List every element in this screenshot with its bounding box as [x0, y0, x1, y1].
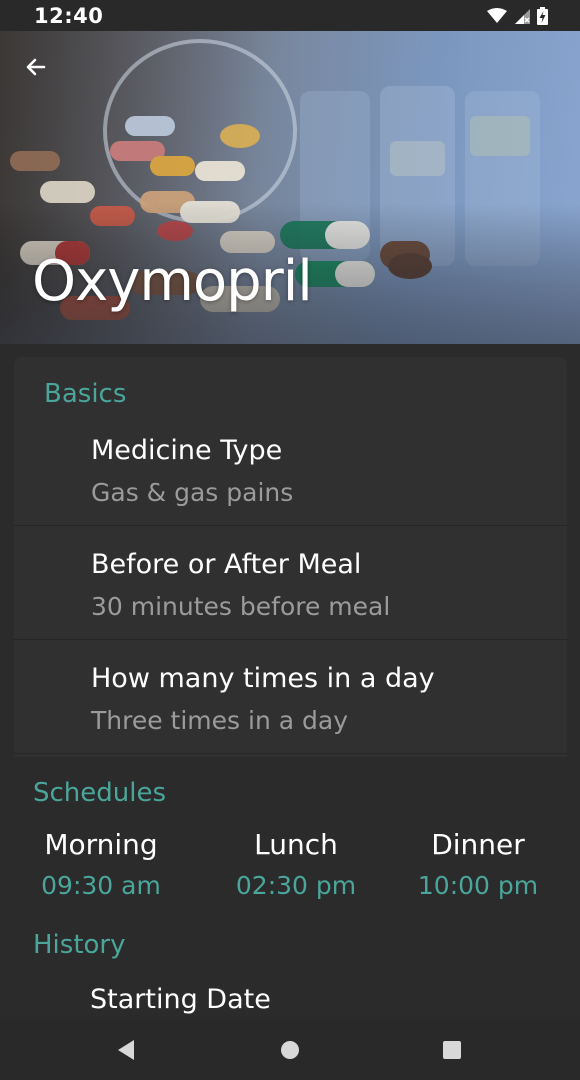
back-button[interactable] [18, 49, 54, 85]
list-item-value: Three times in a day [91, 706, 348, 735]
hero-image: Oxymopril [0, 31, 580, 344]
section-label-basics: Basics [44, 379, 127, 409]
schedule-time: 02:30 pm [235, 871, 357, 900]
list-item-meal-timing[interactable]: Before or After Meal 30 minutes before m… [14, 525, 567, 640]
schedule-time: 09:30 am [41, 871, 161, 900]
list-item-title: Medicine Type [91, 435, 283, 466]
navigation-bar [0, 1019, 580, 1080]
list-item-value: Gas & gas pains [91, 478, 294, 507]
home-circle-icon [281, 1041, 299, 1059]
status-bar: 12:40 [0, 0, 580, 31]
nav-recents-button[interactable] [439, 1037, 465, 1063]
list-item-medicine-type[interactable]: Medicine Type Gas & gas pains [14, 411, 567, 526]
recents-square-icon [443, 1041, 461, 1059]
signal-icon [515, 8, 530, 24]
schedule-time: 10:00 pm [417, 871, 539, 900]
status-time: 12:40 [34, 3, 104, 28]
list-item-title: Before or After Meal [91, 549, 362, 580]
status-icons [487, 6, 548, 25]
schedule-name: Lunch [254, 828, 338, 861]
wifi-icon [487, 7, 507, 23]
section-label-history: History [33, 930, 126, 960]
list-item-title: How many times in a day [91, 663, 435, 694]
schedule-name: Morning [44, 828, 158, 861]
list-item-value: 30 minutes before meal [91, 592, 391, 621]
schedule-name: Dinner [431, 828, 525, 861]
section-label-schedules: Schedules [33, 778, 167, 808]
list-item-starting-date[interactable]: Starting Date [90, 984, 271, 1015]
nav-home-button[interactable] [277, 1037, 303, 1063]
arrow-left-icon [26, 58, 46, 76]
list-item-frequency[interactable]: How many times in a day Three times in a… [14, 639, 567, 754]
page-title: Oxymopril [32, 249, 313, 314]
basics-card: Basics Medicine Type Gas & gas pains Bef… [14, 357, 567, 757]
back-triangle-icon [118, 1040, 134, 1060]
schedule-lunch[interactable]: Lunch 02:30 pm [206, 828, 386, 900]
battery-charging-icon [537, 6, 548, 25]
schedule-dinner[interactable]: Dinner 10:00 pm [388, 828, 568, 900]
schedule-morning[interactable]: Morning 09:30 am [11, 828, 191, 900]
nav-back-button[interactable] [114, 1037, 140, 1063]
